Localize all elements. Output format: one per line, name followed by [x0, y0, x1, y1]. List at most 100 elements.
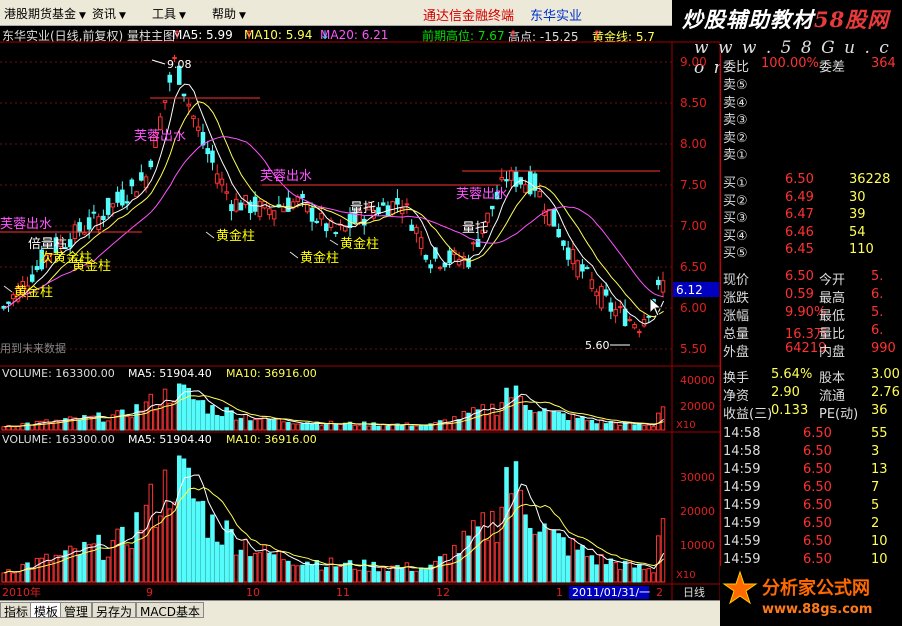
tick-row: 14:59 6.50 13 [723, 462, 888, 477]
volume-bar [499, 506, 505, 583]
volume-bar [561, 537, 566, 583]
candle [219, 178, 225, 186]
vol2-ma5: MA5: 51904.40 [128, 433, 212, 446]
volume-bar [309, 423, 315, 431]
volume-bar [385, 570, 391, 583]
volume-bar [333, 423, 339, 431]
tab-macd[interactable]: MACD基本 [136, 602, 204, 619]
volume-bar [257, 418, 263, 431]
volume-bar [352, 424, 358, 431]
volume-bar [456, 553, 462, 583]
candle [447, 250, 452, 264]
y-tick: 6.50 [680, 260, 707, 274]
volume-bar [418, 424, 424, 431]
annotation-label: 芙蓉出水 [0, 217, 52, 232]
volume-bar [252, 552, 258, 583]
y-tick: 9.00 [680, 55, 707, 69]
volume-bar [546, 528, 552, 583]
high-label: 9.08 [167, 58, 192, 71]
volume-bar [580, 545, 585, 583]
quote-stat-row: 涨跌 0.59 最高 6. [723, 287, 884, 306]
candle [139, 172, 144, 181]
y-tick: 7.50 [680, 178, 707, 192]
star-icon [722, 570, 758, 605]
volume-bar [618, 424, 623, 431]
volume-bar [96, 534, 101, 583]
volume-bar [271, 554, 277, 583]
volume-bar [257, 552, 263, 583]
volume-bar [608, 558, 614, 583]
vol2-scale: X10 [676, 570, 696, 581]
volume-bar [380, 424, 386, 431]
candle [570, 249, 576, 265]
volume-bar [233, 554, 239, 583]
volume-bar [433, 560, 438, 583]
volume-bar [437, 420, 443, 431]
volume-bar [153, 527, 158, 583]
volume-bar [608, 421, 614, 431]
buy-level-row: 买③ 6.47 39 [723, 207, 866, 226]
volume-bar [286, 560, 291, 583]
volume-bar [124, 415, 130, 431]
volume-bar [556, 411, 561, 431]
volume-bar [575, 417, 580, 431]
volume-bar [490, 510, 495, 583]
candle [181, 93, 187, 97]
quote-stat-row: 涨幅 9.90% 最低 5. [723, 305, 884, 324]
tab-save-as[interactable]: 另存为 [92, 602, 137, 619]
candle [186, 103, 192, 107]
tab-template[interactable]: 模板 [30, 602, 63, 619]
volume-bar [229, 529, 234, 583]
candle [490, 205, 495, 210]
candle [504, 179, 509, 182]
tab-indicator[interactable]: 指标 [0, 602, 33, 619]
candle [34, 266, 40, 270]
candle [584, 267, 590, 270]
volume-bar [361, 559, 367, 583]
vol2-y-tick: 30000 [680, 471, 715, 484]
candle [158, 116, 163, 131]
candle [556, 229, 561, 238]
low-label: 5.60 [585, 339, 610, 352]
candle [77, 222, 82, 233]
tab-manage[interactable]: 管理 [60, 602, 93, 619]
candle [224, 191, 229, 194]
candlesticks [1, 54, 666, 338]
volume-bar [338, 565, 343, 583]
volume-bar [214, 541, 220, 583]
high-pointer [151, 59, 166, 65]
volume-bar [641, 424, 647, 431]
volume-bar [162, 469, 168, 583]
volume-bar [229, 410, 234, 431]
volume-bar [599, 419, 604, 431]
volume-bar [72, 548, 78, 583]
annotation-label: 芙蓉出水 [456, 187, 508, 202]
volume-bar [423, 424, 429, 431]
volume-bar [105, 420, 111, 431]
volume-bar [651, 426, 656, 431]
chart-area[interactable]: 9.00 8.50 8.00 7.50 7.00 6.50 6.00 5.50 … [0, 0, 720, 600]
volume-bar [366, 570, 372, 583]
candle [613, 308, 618, 317]
candle [324, 223, 329, 232]
vol1-y-tick: 40000 [680, 374, 715, 387]
volume-bar [409, 570, 414, 583]
volume-bar [646, 424, 652, 431]
annotation-label: 量托 [350, 201, 376, 216]
volume-bar [115, 528, 120, 583]
volume-bar [200, 500, 206, 583]
candle [148, 160, 154, 168]
tick-row: 14:58 6.50 3 [723, 444, 880, 459]
moving-averages [4, 83, 665, 325]
volume-bar [191, 399, 196, 431]
volume-bar [281, 421, 286, 431]
volume-bar [238, 417, 244, 431]
candle [91, 211, 97, 214]
volume-bar [594, 423, 599, 431]
candle [205, 148, 210, 155]
volume-bar [153, 409, 158, 431]
volume-bar [632, 567, 637, 583]
vol1-ma5: MA5: 51904.40 [128, 367, 212, 380]
volume-bar [570, 413, 576, 431]
volume-bar [404, 562, 410, 583]
